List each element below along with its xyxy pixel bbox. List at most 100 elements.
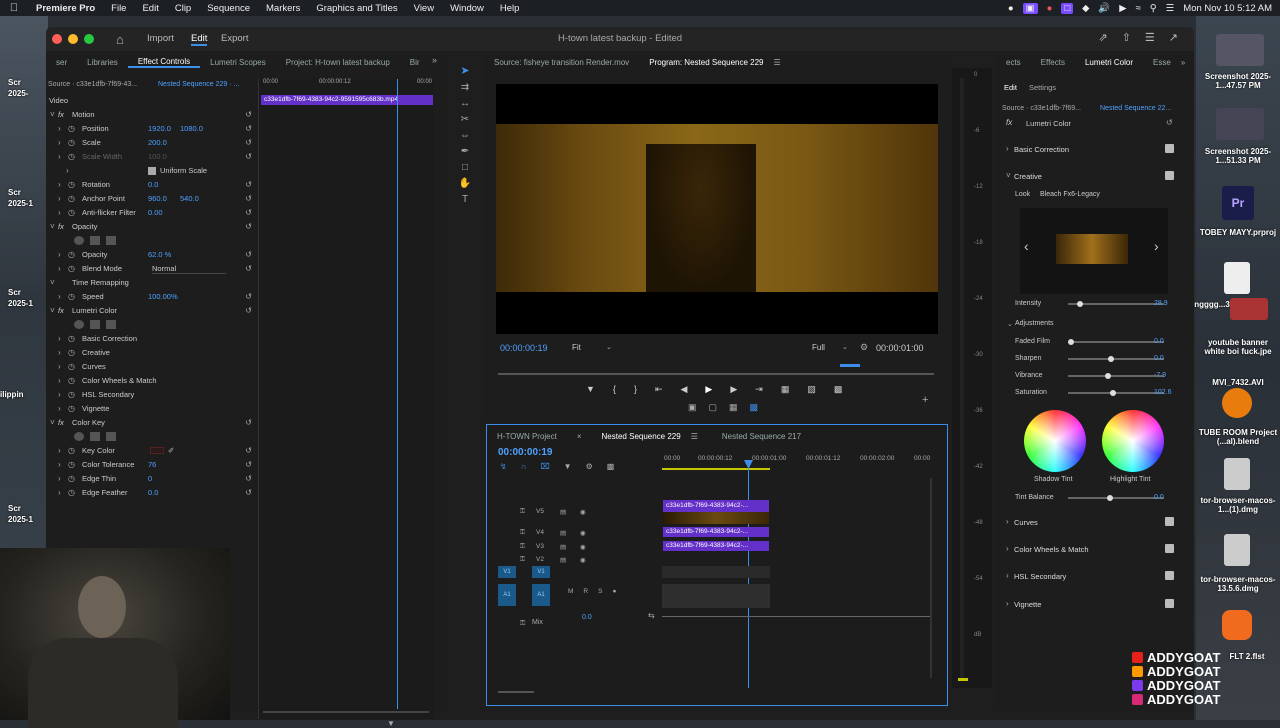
fx-icon[interactable]: fx [58, 306, 64, 315]
creative-cloud-icon[interactable]: ● [1008, 3, 1014, 14]
chevron-right-icon[interactable]: › [58, 264, 61, 273]
intensity-knob[interactable] [1077, 301, 1083, 307]
quick-export-icon[interactable]: ⇗ [1098, 31, 1107, 44]
control-center-icon[interactable]: ☰ [1166, 3, 1175, 14]
a1-track-lane[interactable] [662, 584, 770, 608]
desktop-label[interactable]: 2025- [8, 89, 28, 98]
effect-row[interactable]: › ◷ Anchor Point 960.0 540.0 ↺ [46, 192, 258, 205]
chevron-right-icon[interactable]: › [1154, 238, 1159, 254]
tab-program-monitor[interactable]: Program: Nested Sequence 229 [639, 58, 773, 67]
stopwatch-icon[interactable]: ◷ [68, 250, 75, 259]
desktop-file-label[interactable]: FLT 2.flst [1214, 652, 1280, 661]
go-to-out-icon[interactable]: ⇥ [755, 384, 763, 395]
ec-playhead[interactable] [397, 79, 398, 709]
minimize-window-button[interactable] [68, 34, 78, 44]
effect-row[interactable]: › Uniform Scale [46, 164, 258, 177]
v1-track-lane[interactable] [662, 566, 770, 578]
search-icon[interactable]: ⚲ [1150, 3, 1157, 14]
chevron-right-icon[interactable]: › [58, 138, 61, 147]
chevron-down-icon[interactable]: ⌄ [1007, 320, 1013, 328]
diamond-icon[interactable]: ◆ [1082, 3, 1089, 14]
step-back-icon[interactable]: ◀ [681, 384, 688, 395]
chevron-down-icon[interactable]: ˅ [50, 306, 55, 315]
lock-icon[interactable]: ⚿ [520, 508, 525, 516]
ellipse-mask-icon[interactable] [74, 236, 84, 245]
desktop-file-label[interactable]: MVI_7432.AVI [1198, 378, 1278, 387]
reset-icon[interactable]: ↺ [1166, 118, 1173, 127]
desktop-label[interactable]: ilippin [0, 390, 24, 399]
mix-value[interactable]: 0.0 [582, 614, 592, 621]
snap-icon[interactable]: ∩ [521, 462, 527, 471]
effect-value[interactable]: 0.00 [148, 208, 163, 217]
lock-icon[interactable]: ⚿ [520, 620, 525, 628]
ellipse-mask-icon[interactable] [74, 320, 84, 329]
linked-selection-icon[interactable]: ⌧ [540, 462, 549, 471]
reset-icon[interactable]: ↺ [245, 152, 252, 161]
slip-tool-icon[interactable]: ⇔ [452, 130, 478, 141]
timeline-settings-icon[interactable]: ⚙ [586, 462, 593, 471]
png-file-icon[interactable] [1224, 262, 1250, 294]
section-enable-checkbox[interactable] [1165, 171, 1174, 180]
workspace-menu-icon[interactable]: ☰ [1145, 31, 1155, 44]
lock-icon[interactable]: ⚿ [520, 556, 525, 564]
panel-overflow-icon[interactable]: » [1181, 58, 1185, 67]
effect-value[interactable]: 0.0 [148, 180, 158, 189]
stopwatch-icon[interactable]: ◷ [68, 264, 75, 273]
stopwatch-icon[interactable]: ◷ [68, 390, 75, 399]
desktop-label[interactable]: 2025-1 [8, 515, 33, 524]
tab-effect-controls[interactable]: Effect Controls [127, 57, 201, 68]
rectangle-mask-icon[interactable] [90, 320, 100, 329]
chevron-right-icon[interactable]: › [1006, 517, 1009, 526]
desktop-file-label[interactable]: Screenshot 2025-1...51.33 PM [1198, 147, 1278, 165]
chevron-right-icon[interactable]: › [58, 474, 61, 483]
timeline-h-scrollbar[interactable] [498, 691, 534, 693]
chevron-right-icon[interactable]: › [58, 446, 61, 455]
adjustment-slider[interactable] [1068, 341, 1164, 343]
chevron-right-icon[interactable]: › [1006, 544, 1009, 553]
overwrite-icon[interactable]: ▧ [807, 384, 816, 395]
reset-icon[interactable]: ↺ [245, 208, 252, 217]
fl-studio-icon[interactable] [1222, 610, 1252, 640]
sequence-menu-icon[interactable]: ☰ [691, 432, 698, 441]
razor-tool-icon[interactable]: ✂ [452, 114, 478, 125]
chevron-down-icon[interactable]: ˅ [50, 222, 55, 231]
lumetri-section-header[interactable]: Creative [1014, 172, 1042, 181]
mix-arrows-icon[interactable]: ⇆ [648, 611, 655, 620]
adjustment-slider[interactable] [1068, 392, 1164, 394]
intensity-value[interactable]: 28.9 [1154, 300, 1168, 307]
chevron-down-icon[interactable]: ˅ [50, 418, 55, 427]
add-button-icon[interactable]: + [922, 394, 928, 406]
chevron-down-icon[interactable]: ⌄ [606, 343, 612, 351]
chevron-right-icon[interactable]: › [1006, 599, 1009, 608]
workspace-import[interactable]: Import [147, 33, 174, 44]
wifi-icon[interactable]: ≈ [1136, 3, 1141, 14]
fullscreen-icon[interactable]: ↗ [1169, 31, 1178, 44]
chevron-down-icon[interactable]: ˅ [50, 278, 55, 287]
section-enable-checkbox[interactable] [1165, 517, 1174, 526]
desktop-file-label[interactable]: tor-browser-macos-13.5.6.dmg [1198, 575, 1278, 593]
adjustment-value[interactable]: 0.0 [1154, 355, 1164, 362]
section-enable-checkbox[interactable] [1165, 599, 1174, 608]
rectangle-mask-icon[interactable] [90, 432, 100, 441]
desktop-label[interactable]: Scr [8, 504, 21, 513]
effect-row[interactable]: › ◷ Rotation 0.0 ↺ [46, 178, 258, 191]
wrench-icon[interactable]: ⚙ [860, 342, 868, 353]
pen-mask-icon[interactable] [106, 432, 116, 441]
tint-balance-knob[interactable] [1107, 495, 1113, 501]
sync-icon[interactable]: ▤ [560, 529, 566, 537]
effect-value[interactable]: 540.0 [180, 194, 199, 203]
effect-row[interactable]: › ◷ Basic Correction [46, 332, 258, 345]
rectangle-tool-icon[interactable]: □ [452, 162, 478, 173]
volume-icon[interactable]: 🔊 [1098, 3, 1110, 14]
adjustment-slider[interactable] [1068, 358, 1164, 360]
effect-row[interactable]: ˅ Time Remapping [46, 276, 258, 289]
stopwatch-icon[interactable]: ◷ [68, 180, 75, 189]
chevron-right-icon[interactable]: › [58, 390, 61, 399]
dmg-file-icon[interactable] [1224, 534, 1250, 566]
timeline-clip[interactable]: c33e1dfb-7f69-4383-94c2-... [663, 541, 769, 551]
chevron-right-icon[interactable]: › [58, 334, 61, 343]
stopwatch-icon[interactable]: ◷ [68, 208, 75, 217]
effect-row[interactable] [46, 234, 258, 247]
reset-icon[interactable]: ↺ [245, 138, 252, 147]
stopwatch-icon[interactable]: ◷ [68, 124, 75, 133]
